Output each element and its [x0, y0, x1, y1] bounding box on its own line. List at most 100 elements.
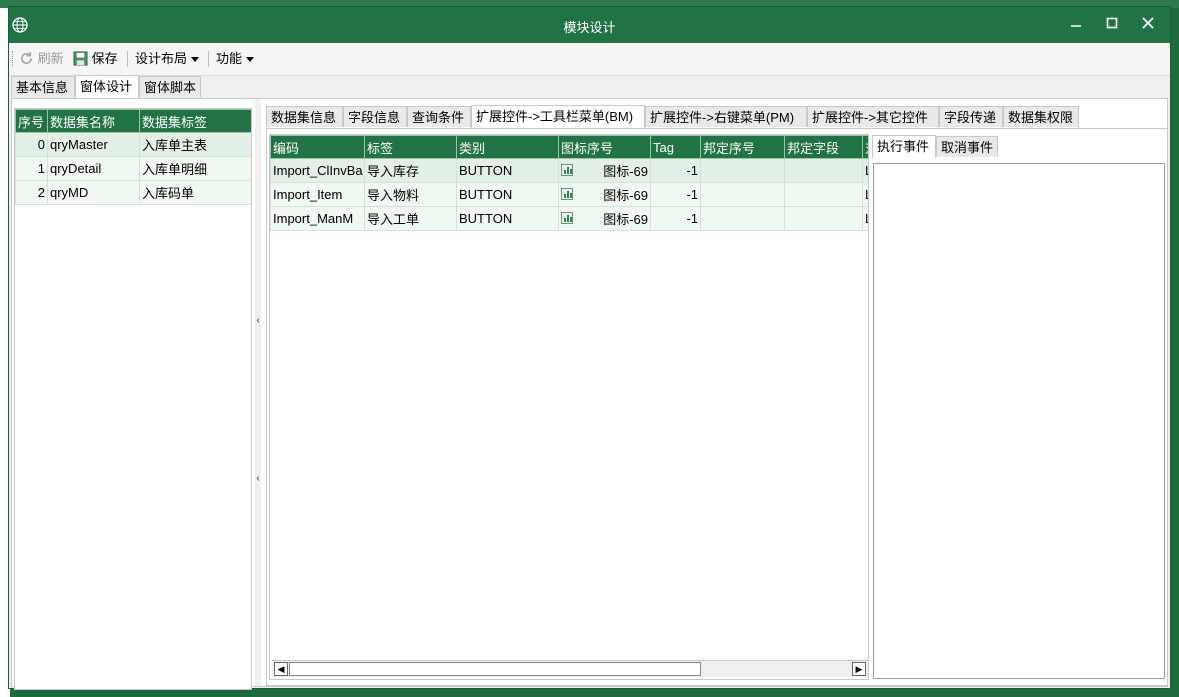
refresh-icon	[21, 51, 33, 64]
tab-dataset-info[interactable]: 数据集信息	[266, 106, 343, 127]
table-row[interactable]: 1 qryDetail 入库单明细	[15, 156, 251, 181]
dataset-index[interactable]: 0	[15, 132, 48, 157]
dataset-index[interactable]: 1	[15, 156, 48, 181]
tab-form-script[interactable]: 窗体脚本	[139, 76, 201, 97]
menu-extra[interactable]: L	[862, 206, 868, 231]
panel-splitter[interactable]: ‹ ‹	[255, 99, 261, 686]
tab-cancel-event[interactable]: 取消事件	[936, 136, 998, 157]
tab-other-controls[interactable]: 扩展控件->其它控件	[807, 106, 939, 127]
tab-execute-event[interactable]: 执行事件	[872, 135, 936, 158]
chevron-down-icon	[191, 57, 200, 63]
menu-code[interactable]: Import_ClInvBa	[270, 158, 365, 183]
tab-toolbar-menu[interactable]: 扩展控件->工具栏菜单(BM)	[471, 105, 645, 128]
column-header[interactable]: 邦定字段	[784, 135, 863, 159]
maximize-button[interactable]	[1094, 13, 1130, 37]
menu-icon-index[interactable]: 图标-69	[558, 158, 651, 183]
scrollbar-thumb[interactable]	[289, 662, 701, 676]
menu-tag[interactable]: -1	[650, 182, 701, 207]
menu-tag[interactable]: -1	[650, 206, 701, 231]
column-header[interactable]: 邦定序号	[700, 135, 785, 159]
scroll-right-button[interactable]: ▶	[852, 662, 866, 676]
menu-type[interactable]: BUTTON	[456, 206, 559, 231]
toolbar-menu-grid-container: 编码 标签 类别 图标序号 Tag 邦定序号 邦定字段 对 Import_ClI…	[269, 134, 869, 680]
save-label: 保存	[91, 51, 118, 66]
tab-basic-info[interactable]: 基本信息	[11, 76, 75, 97]
toolbar: 刷新 保存 设计布局 功能	[9, 43, 1170, 76]
column-header[interactable]: 对	[862, 135, 868, 159]
table-row[interactable]: Import_Item 导入物料 BUTTON 图标-69 -1 L	[270, 182, 868, 207]
column-header[interactable]: 数据集标签	[139, 109, 251, 133]
menu-icon-index[interactable]: 图标-69	[558, 206, 651, 231]
menu-bind-field[interactable]	[784, 158, 863, 183]
menu-bind-field[interactable]	[784, 206, 863, 231]
dataset-grid: 序号 数据集名称 数据集标签 0 qryMaster 入库单主表 1 qryDe…	[15, 109, 251, 205]
menu-label[interactable]: 导入工单	[364, 206, 457, 231]
tab-dataset-permissions[interactable]: 数据集权限	[1003, 106, 1079, 127]
toolbar-menu-grid: 编码 标签 类别 图标序号 Tag 邦定序号 邦定字段 对 Import_ClI…	[270, 135, 868, 231]
toolbar-grip[interactable]	[12, 51, 15, 67]
table-row[interactable]: Import_ManM 导入工单 BUTTON 图标-69 -1 L	[270, 206, 868, 231]
menu-code[interactable]: Import_Item	[270, 182, 365, 207]
toolbar-separator	[208, 51, 209, 67]
minimize-button[interactable]	[1058, 13, 1094, 37]
event-script-editor[interactable]	[873, 163, 1165, 679]
tab-form-design[interactable]: 窗体设计	[75, 75, 139, 98]
design-layout-dropdown[interactable]: 设计布局	[135, 49, 200, 69]
menu-tag[interactable]: -1	[650, 158, 701, 183]
column-header[interactable]: 标签	[364, 135, 457, 159]
title-bar[interactable]: 模块设计	[9, 7, 1170, 43]
dataset-label[interactable]: 入库单明细	[139, 156, 251, 181]
minimize-icon	[1071, 25, 1081, 27]
column-header[interactable]: 数据集名称	[47, 109, 140, 133]
menu-bind-index[interactable]	[700, 182, 785, 207]
toolbar-separator	[127, 51, 128, 67]
form-design-content: 序号 数据集名称 数据集标签 0 qryMaster 入库单主表 1 qryDe…	[11, 98, 1168, 690]
table-row[interactable]: Import_ClInvBa 导入库存 BUTTON 图标-69 -1 L	[270, 158, 868, 183]
column-header[interactable]: 序号	[15, 109, 48, 133]
dataset-name[interactable]: qryMaster	[47, 132, 140, 157]
column-header[interactable]: 图标序号	[558, 135, 651, 159]
table-row[interactable]: 2 qryMD 入库码单	[15, 180, 251, 205]
table-row[interactable]: 0 qryMaster 入库单主表	[15, 132, 251, 157]
icon-index-label: 图标-69	[603, 164, 648, 179]
menu-label[interactable]: 导入库存	[364, 158, 457, 183]
close-button[interactable]	[1130, 13, 1166, 37]
menu-extra[interactable]: L	[862, 158, 868, 183]
function-dropdown[interactable]: 功能	[216, 49, 255, 69]
menu-extra[interactable]: L	[862, 182, 868, 207]
chart-icon	[561, 163, 573, 176]
save-icon	[73, 51, 88, 66]
tab-query-conditions[interactable]: 查询条件	[407, 106, 471, 127]
menu-bind-field[interactable]	[784, 182, 863, 207]
menu-icon-index[interactable]: 图标-69	[558, 182, 651, 207]
icon-index-label: 图标-69	[603, 188, 648, 203]
dataset-grid-header: 序号 数据集名称 数据集标签	[15, 109, 251, 133]
menu-type[interactable]: BUTTON	[456, 182, 559, 207]
collapse-left-icon[interactable]: ‹	[255, 473, 261, 484]
dataset-name[interactable]: qryDetail	[47, 156, 140, 181]
scroll-left-button[interactable]: ◀	[274, 662, 288, 676]
tab-field-info[interactable]: 字段信息	[343, 106, 407, 127]
dataset-index[interactable]: 2	[15, 180, 48, 205]
dataset-label[interactable]: 入库码单	[139, 180, 251, 205]
menu-code[interactable]: Import_ManM	[270, 206, 365, 231]
refresh-button[interactable]: 刷新	[19, 49, 64, 69]
dataset-label[interactable]: 入库单主表	[139, 132, 251, 157]
chevron-down-icon	[246, 57, 255, 63]
menu-bind-index[interactable]	[700, 206, 785, 231]
column-header[interactable]: 类别	[456, 135, 559, 159]
window-title: 模块设计	[563, 20, 616, 35]
menu-bind-index[interactable]	[700, 158, 785, 183]
column-header[interactable]: 编码	[270, 135, 365, 159]
dataset-name[interactable]: qryMD	[47, 180, 140, 205]
save-button[interactable]: 保存	[73, 49, 118, 69]
refresh-label: 刷新	[37, 51, 64, 66]
collapse-left-icon[interactable]: ‹	[255, 315, 261, 326]
horizontal-scrollbar[interactable]: ◀ ▶	[272, 660, 868, 677]
tab-field-transfer[interactable]: 字段传递	[939, 106, 1003, 127]
menu-label[interactable]: 导入物料	[364, 182, 457, 207]
column-header[interactable]: Tag	[650, 135, 701, 159]
module-design-window: 模块设计 刷新 保存 设计布局 功能 基本信息 窗体设计 窗体脚本 序号 数据集…	[8, 6, 1171, 690]
menu-type[interactable]: BUTTON	[456, 158, 559, 183]
tab-context-menu[interactable]: 扩展控件->右键菜单(PM)	[645, 106, 807, 127]
